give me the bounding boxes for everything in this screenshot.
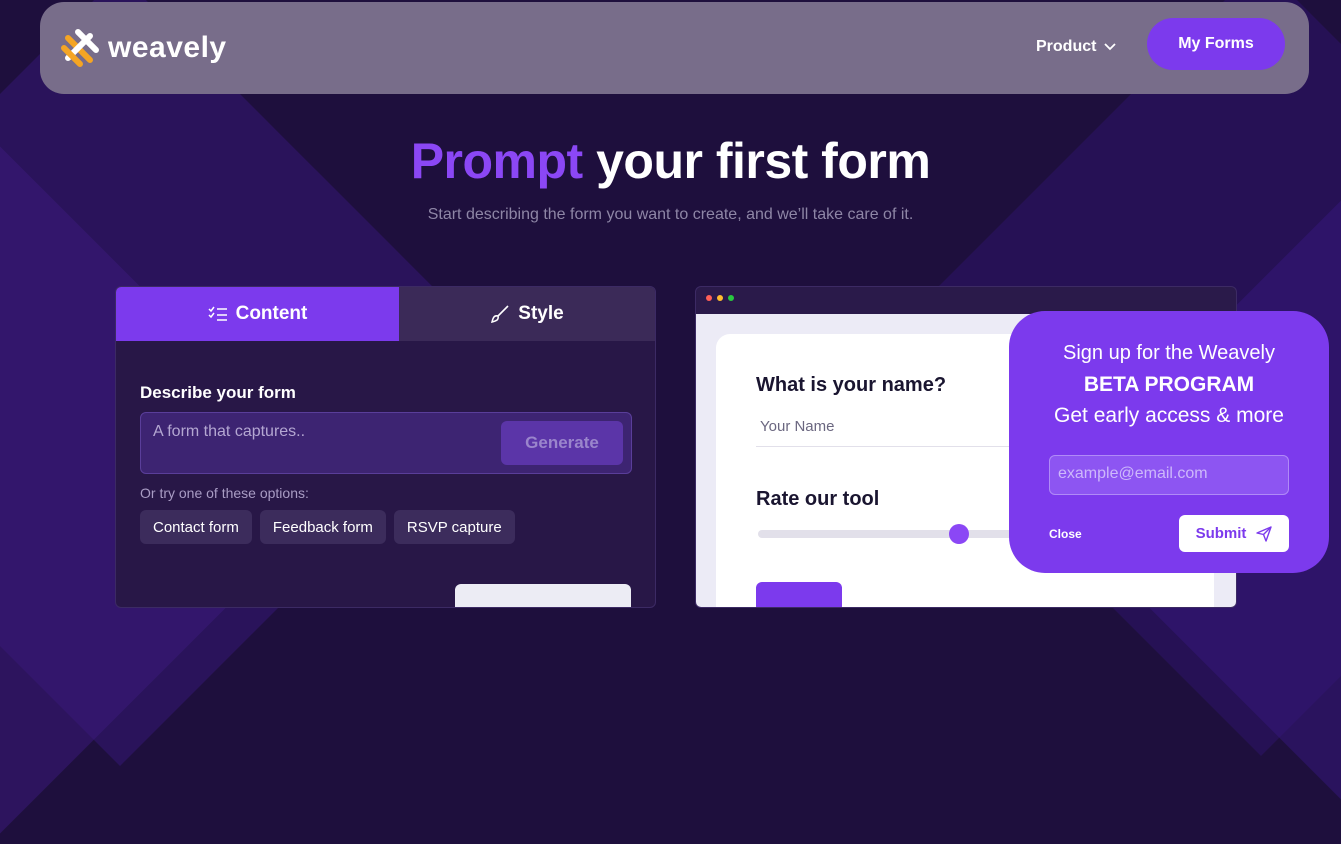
product-menu-label: Product [1036, 38, 1097, 55]
close-button[interactable]: Close [1049, 527, 1082, 541]
logo[interactable]: weavely [60, 28, 227, 68]
option-chip-feedback[interactable]: Feedback form [259, 510, 386, 544]
question-rate: Rate our tool [756, 488, 880, 510]
editor-tabs: Content Style [116, 287, 655, 341]
weavely-logo-icon [61, 29, 99, 67]
window-dots [706, 295, 734, 301]
option-chip-rsvp[interactable]: RSVP capture [393, 510, 515, 544]
name-placeholder: Your Name [760, 418, 835, 435]
describe-label: Describe your form [140, 383, 296, 402]
panel-bottom-button[interactable] [455, 584, 631, 607]
top-navigation: weavely Product My Forms [40, 2, 1309, 94]
submit-button[interactable]: Submit [1179, 515, 1289, 552]
page-title: Prompt your first form [0, 132, 1341, 190]
email-placeholder: example@email.com [1058, 465, 1208, 482]
page-subtitle: Start describing the form you want to cr… [427, 206, 914, 223]
brush-icon [491, 305, 509, 324]
beta-signup-popup: Sign up for the Weavely BETA PROGRAM Get… [1009, 311, 1329, 573]
window-dot-red [706, 295, 712, 301]
describe-input[interactable]: A form that captures.. Generate [140, 412, 632, 474]
tab-content[interactable]: Content [116, 287, 399, 341]
tab-style-label: Style [518, 303, 564, 324]
send-icon [1256, 525, 1273, 542]
option-chip-contact[interactable]: Contact form [140, 510, 252, 544]
tab-style[interactable]: Style [399, 287, 655, 341]
popup-line-3: Get early access & more [1054, 404, 1284, 427]
page-title-rest: your first form [582, 133, 931, 189]
tab-content-label: Content [235, 303, 308, 324]
options-label: Or try one of these options: [140, 485, 309, 501]
form-submit-button[interactable] [756, 582, 842, 607]
checklist-icon [208, 306, 227, 321]
page-title-accent: Prompt [410, 133, 584, 189]
submit-label: Submit [1195, 525, 1247, 542]
popup-line-1: Sign up for the Weavely [1063, 342, 1275, 364]
rating-slider-thumb[interactable] [949, 524, 969, 544]
window-dot-green [728, 295, 734, 301]
question-name: What is your name? [756, 374, 947, 396]
email-field[interactable]: example@email.com [1049, 455, 1289, 495]
generate-button[interactable]: Generate [501, 421, 623, 465]
describe-placeholder: A form that captures.. [153, 423, 306, 440]
logo-text: weavely [108, 31, 227, 64]
chevron-down-icon [1104, 43, 1117, 51]
popup-line-2: BETA PROGRAM [1083, 373, 1255, 396]
product-menu[interactable]: Product [1036, 38, 1117, 56]
editor-panel: Content Style Describe your form A form … [115, 286, 656, 608]
window-dot-yellow [717, 295, 723, 301]
option-chips: Contact form Feedback form RSVP capture [140, 510, 515, 544]
my-forms-button[interactable]: My Forms [1147, 18, 1285, 70]
